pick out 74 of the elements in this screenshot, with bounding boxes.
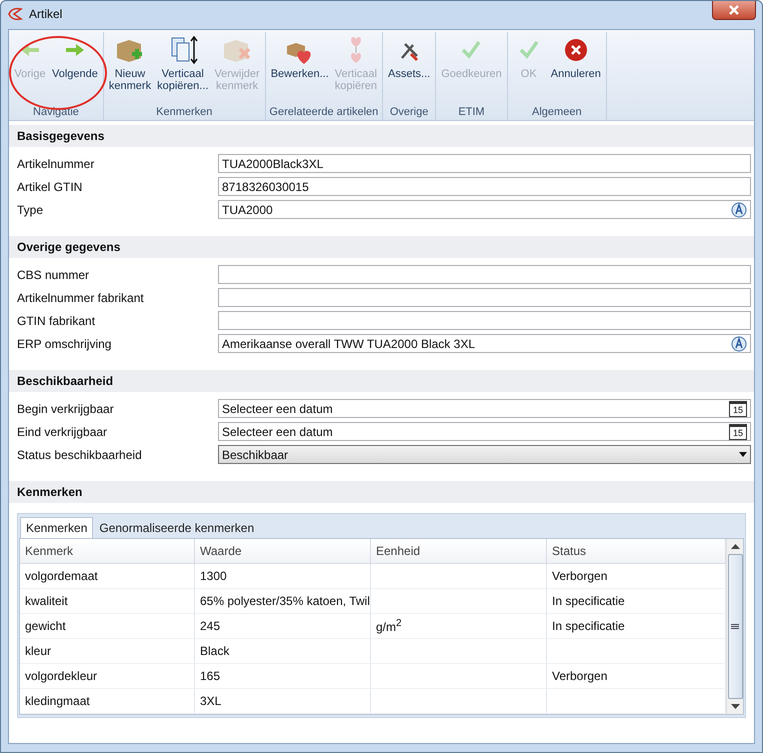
calendar-icon[interactable]: 15 [729, 400, 747, 416]
toolbar-group-label: Overige [390, 106, 428, 120]
date-field[interactable]: Selecteer een datum 15 [218, 422, 751, 441]
text-field[interactable] [218, 265, 751, 284]
text-field[interactable]: TUA2000 [218, 200, 751, 219]
scrollbar[interactable] [726, 539, 743, 714]
scroll-up-icon[interactable] [730, 544, 740, 549]
text-field[interactable] [218, 311, 751, 330]
scroll-thumb[interactable] [728, 554, 742, 699]
toolbar-button[interactable]: Assets... [385, 32, 434, 106]
dropdown[interactable]: Beschikbaar [218, 445, 751, 464]
table-cell: 1300 [200, 569, 227, 583]
toolbar-button[interactable]: Volgende [49, 32, 101, 106]
toolbar-button[interactable]: Verticaal kopiëren... [154, 32, 212, 106]
table-cell: In specificatie [552, 619, 625, 633]
calendar-icon[interactable]: 15 [729, 424, 747, 440]
hearts-arrow-icon [350, 36, 362, 64]
table-cell: 65% polyester/35% katoen, Twil [200, 594, 370, 608]
toolbar-button[interactable]: Nieuw kenmerk [106, 32, 154, 106]
column-header[interactable]: Kenmerk [20, 539, 195, 563]
table-cell: volgordekleur [25, 669, 98, 683]
section-header: Beschikbaarheid [9, 370, 754, 392]
toolbar-button[interactable]: Annuleren [548, 32, 604, 106]
table-cell: Verborgen [552, 569, 608, 583]
table-cell: Black [200, 644, 230, 658]
section-header: Basisgegevens [9, 125, 754, 147]
field-label: Artikelnummer [17, 156, 96, 170]
caret-icon [739, 452, 747, 457]
column-header[interactable]: Eenheid [371, 539, 547, 563]
table-cell: g/m$^{2}$ [376, 618, 402, 634]
app-logo-icon [7, 7, 23, 21]
arrow-right-icon [66, 44, 84, 56]
field-label: Status beschikbaarheid [17, 448, 143, 462]
field-label: CBS nummer [17, 268, 90, 282]
table-cell: gewicht [25, 619, 66, 633]
toolbar-group-label: Gerelateerde artikelen [269, 106, 378, 120]
toolbar-group-label: Algemeen [532, 106, 582, 120]
field-label: Artikel GTIN [17, 180, 84, 194]
close-icon [728, 5, 740, 15]
arrow-left-icon [21, 44, 39, 56]
table-cell: In specificatie [552, 594, 625, 608]
table-cell: kleur [25, 644, 52, 658]
toolbar-group-label: Navigatie [33, 106, 79, 120]
lookup-icon [731, 336, 747, 352]
section-header: Kenmerken [9, 481, 754, 503]
window-title: Artikel [29, 7, 62, 21]
column-header[interactable]: Waarde [195, 539, 371, 563]
toolbar-group-label: ETIM [458, 106, 485, 120]
text-field[interactable] [218, 288, 751, 307]
field-label: GTIN fabrikant [17, 314, 96, 328]
table-cell: kwaliteit [25, 594, 68, 608]
tab[interactable]: Genormaliseerde kenmerken [93, 517, 260, 538]
table-cell: 3XL [200, 694, 222, 708]
field-label: Artikelnummer fabrikant [17, 290, 145, 304]
lookup-icon [731, 202, 747, 218]
text-field[interactable]: 8718326030015 [218, 177, 751, 196]
table-cell: volgordemaat [25, 569, 98, 583]
tab[interactable]: Kenmerken [20, 517, 94, 538]
toolbar-button[interactable]: Bewerken... [268, 32, 332, 106]
toolbar-group-label: Kenmerken [156, 106, 212, 120]
field-label: Eind verkrijgbaar [17, 424, 108, 438]
section-header: Overige gegevens [9, 236, 754, 258]
table-cell: kledingmaat [25, 694, 90, 708]
field-label: Type [17, 202, 44, 216]
date-field[interactable]: Selecteer een datum 15 [218, 399, 751, 418]
text-field[interactable]: TUA2000Black3XL [218, 154, 751, 173]
close-button[interactable] [712, 1, 756, 20]
field-label: Begin verkrijgbaar [17, 402, 115, 416]
table-cell: 165 [200, 669, 220, 683]
text-field[interactable]: Amerikaanse overall TWW TUA2000 Black 3XL [218, 334, 751, 353]
table-cell: 245 [200, 619, 220, 633]
field-label: ERP omschrijving [17, 336, 112, 350]
scroll-down-icon[interactable] [730, 704, 740, 709]
table-cell: Verborgen [552, 669, 608, 683]
